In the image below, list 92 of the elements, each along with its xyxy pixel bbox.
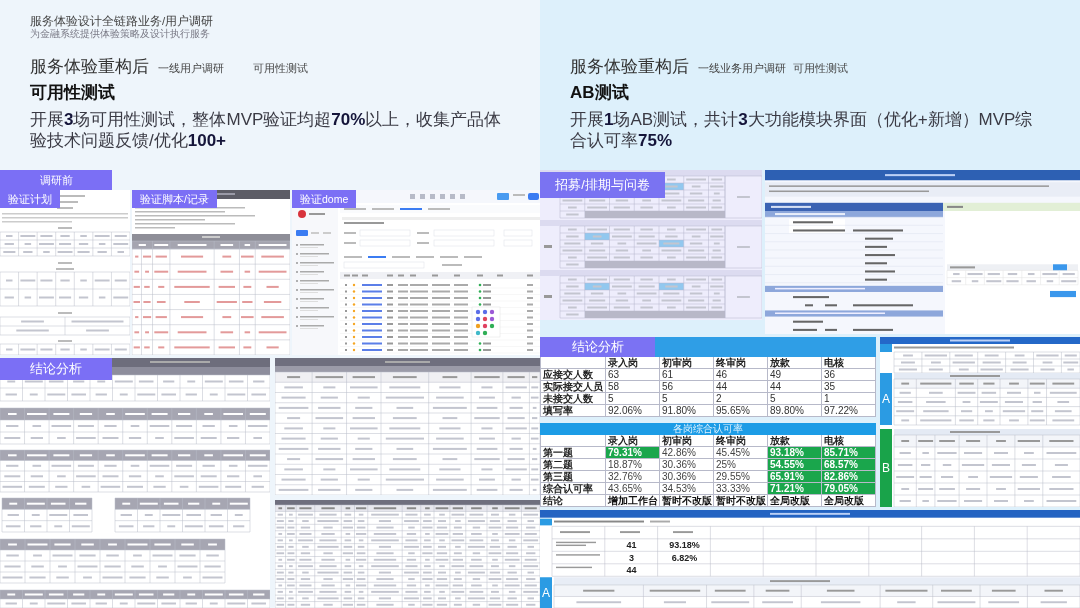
section-label: 验证dome	[292, 190, 357, 208]
column-header: 放款	[768, 357, 822, 369]
table-cell: 92.06%	[606, 405, 660, 417]
group-label: B	[881, 461, 891, 475]
table-cell: 1	[822, 393, 876, 405]
table-cell: 54.55%	[768, 459, 822, 471]
table-cell: 95.65%	[714, 405, 768, 417]
section-label: 验证计划	[0, 190, 60, 208]
table-cell: 暂时不改版	[660, 495, 714, 507]
table-cell: 44	[768, 381, 822, 393]
section-subheading: 可用性测试	[30, 82, 116, 104]
section-label: 调研前	[0, 170, 112, 190]
table-cell: 68.57%	[822, 459, 876, 471]
table-cell-text: 41	[625, 539, 638, 552]
column-header: 放款	[768, 435, 822, 447]
table-cell: 全局改版	[768, 495, 822, 507]
section-subheading: AB测试	[570, 82, 630, 104]
row-header: 第一题	[540, 447, 606, 459]
table-cell: 34.53%	[660, 483, 714, 495]
table-cell: 全局改版	[822, 495, 876, 507]
table-cell: 35	[822, 381, 876, 393]
step-label: 一线业务用户调研	[698, 61, 786, 75]
table-cell: 30.36%	[660, 459, 714, 471]
table-cell: 2	[714, 393, 768, 405]
table-cell: 42.86%	[660, 447, 714, 459]
table-cell: 56	[660, 381, 714, 393]
column-header: 录入岗	[606, 357, 660, 369]
table-cell: 44	[714, 381, 768, 393]
section-heading: 服务体验重构后	[30, 56, 149, 78]
table-cell: 61	[660, 369, 714, 381]
table-cell: 58	[606, 381, 660, 393]
step-label: 一线用户调研	[158, 61, 225, 75]
column-header: 电核	[822, 357, 876, 369]
table-cell: 49	[768, 369, 822, 381]
table-cell: 89.80%	[768, 405, 822, 417]
page-subtitle: 为金融系统提供体验策略及设计执行服务	[30, 28, 211, 40]
table-cell: 91.80%	[660, 405, 714, 417]
table-cell: 5	[606, 393, 660, 405]
table-cell: 79.31%	[606, 447, 660, 459]
table-cell: 29.55%	[714, 471, 768, 483]
table-cell: 暂时不改版	[714, 495, 768, 507]
section-label: 结论分析	[0, 358, 112, 380]
table-cell: 45.45%	[714, 447, 768, 459]
table-cell: 85.71%	[822, 447, 876, 459]
row-header: 第二题	[540, 459, 606, 471]
column-header: 终审岗	[714, 435, 768, 447]
section-label: 验证脚本/记录	[132, 190, 217, 208]
table-cell: 36	[822, 369, 876, 381]
table-cell: 93.18%	[768, 447, 822, 459]
group-label: A	[541, 586, 551, 600]
step-label: 可用性测试	[793, 61, 849, 75]
table-cell: 63	[606, 369, 660, 381]
section-label: 结论分析	[540, 337, 655, 357]
table-cell: 32.76%	[606, 471, 660, 483]
row-header: 结论	[540, 495, 606, 507]
column-header: 初审岗	[660, 435, 714, 447]
table-cell: 43.65%	[606, 483, 660, 495]
section-heading: 服务体验重构后	[570, 56, 689, 78]
table-cell-text: 6.82%	[670, 551, 699, 564]
table-cell: 18.87%	[606, 459, 660, 471]
table-cell: 97.22%	[822, 405, 876, 417]
table-cell: 82.86%	[822, 471, 876, 483]
table-cell: 79.05%	[822, 483, 876, 495]
summary-text: 开展3场可用性测试，整体MVP验证均超70%以上，收集产品体验技术问题反馈/优化100+	[30, 109, 503, 151]
table-cell: 30.36%	[660, 471, 714, 483]
row-header: 综合认可率	[540, 483, 606, 495]
column-header: 终审岗	[714, 357, 768, 369]
table-cell-text: 44	[625, 564, 638, 577]
page-title: 服务体验设计全链路业务/用户调研	[30, 14, 215, 28]
table-cell: 25%	[714, 459, 768, 471]
table-cell-text: 3	[628, 551, 635, 564]
row-header: 实际接交人员	[540, 381, 606, 393]
step-label: 可用性测试	[253, 61, 309, 75]
column-header: 初审岗	[660, 357, 714, 369]
table-cell: 33.33%	[714, 483, 768, 495]
row-header: 第三题	[540, 471, 606, 483]
column-header: 电核	[822, 435, 876, 447]
table-cell: 71.21%	[768, 483, 822, 495]
table-cell: 5	[660, 393, 714, 405]
table-cell-text: 93.18%	[668, 539, 701, 552]
table-cell: 65.91%	[768, 471, 822, 483]
row-header: 应接交人数	[540, 369, 606, 381]
table-cell: 增加工作台	[606, 495, 660, 507]
section-label: 招募/排期与问卷	[540, 172, 665, 198]
column-header: 录入岗	[606, 435, 660, 447]
group-label: A	[881, 392, 891, 406]
table-title: 各岗综合认可率	[540, 423, 876, 435]
table-cell: 5	[768, 393, 822, 405]
summary-text: 开展1场AB测试，共计3大功能模块界面（优化+新增）MVP综合认可率75%	[570, 109, 1034, 151]
row-header: 填写率	[540, 405, 606, 417]
row-header: 未接交人数	[540, 393, 606, 405]
table-cell: 46	[714, 369, 768, 381]
